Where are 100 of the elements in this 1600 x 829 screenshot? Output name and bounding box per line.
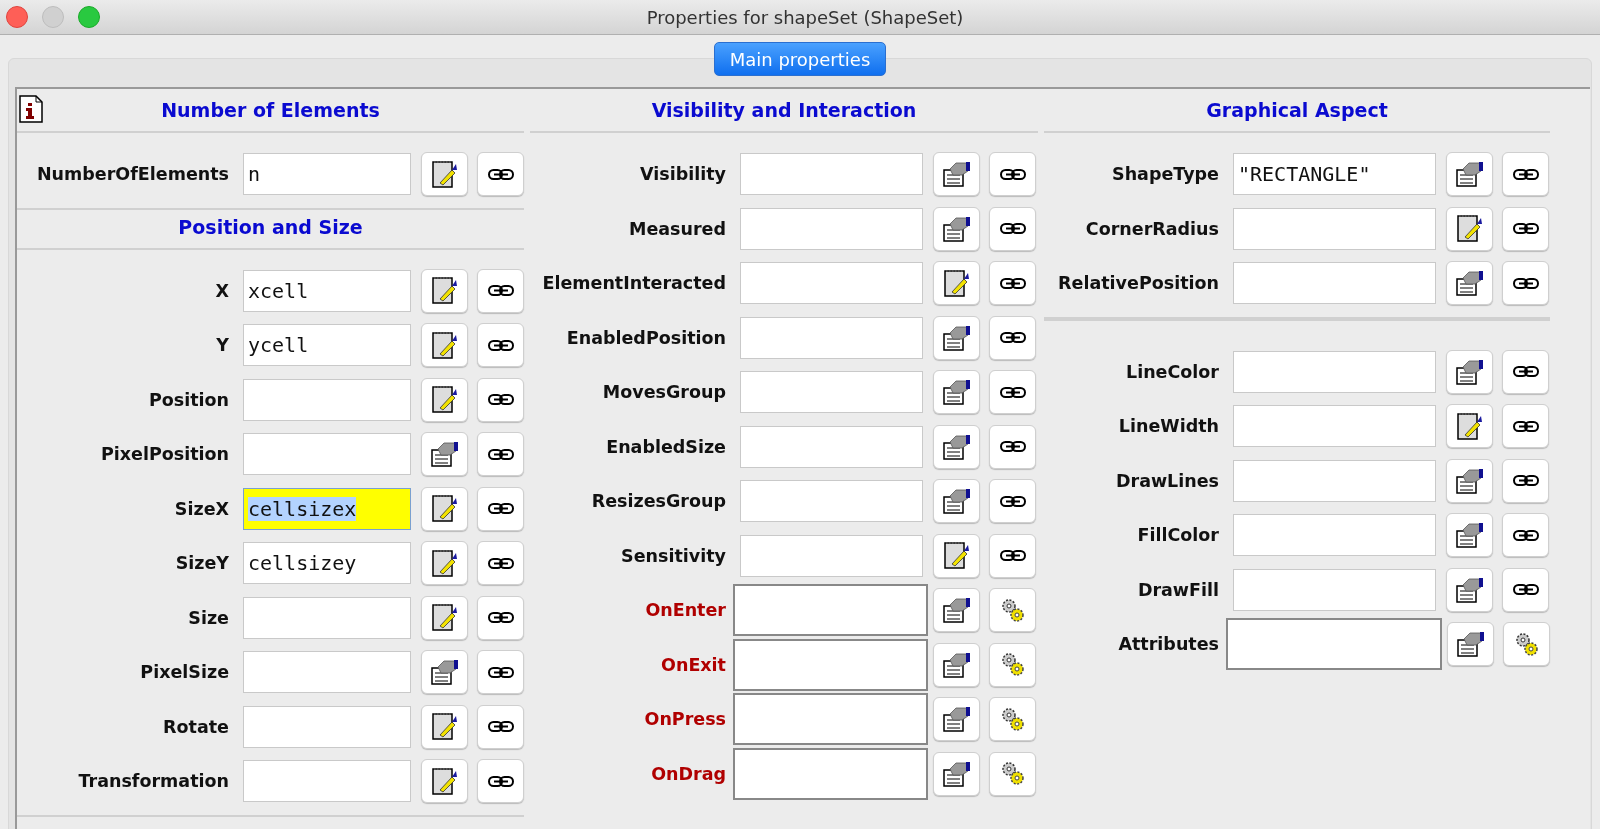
editor-button[interactable] [1446, 206, 1493, 251]
link-button[interactable] [989, 315, 1036, 360]
editor-button[interactable] [421, 759, 468, 804]
code-button[interactable] [1503, 622, 1550, 667]
editor-button[interactable] [933, 152, 980, 197]
property-field[interactable] [740, 534, 923, 577]
editor-button[interactable] [421, 595, 468, 640]
property-field[interactable] [1233, 405, 1436, 448]
editor-button[interactable] [1447, 622, 1494, 667]
code-button[interactable] [989, 642, 1036, 687]
editor-button[interactable] [933, 261, 980, 306]
link-button[interactable] [1502, 261, 1549, 306]
property-field[interactable] [1233, 262, 1436, 305]
link-button[interactable] [477, 268, 524, 313]
editor-button[interactable] [933, 424, 980, 469]
editor-button[interactable] [1446, 513, 1493, 558]
property-field[interactable] [1233, 207, 1436, 250]
editor-button[interactable] [421, 650, 468, 695]
property-field[interactable] [243, 705, 411, 748]
editor-button[interactable] [1446, 458, 1493, 503]
property-field[interactable] [733, 747, 928, 800]
editor-button[interactable] [421, 432, 468, 477]
link-button[interactable] [989, 533, 1036, 578]
link-button[interactable] [989, 152, 1036, 197]
editor-button[interactable] [421, 377, 468, 422]
property-label: LineColor [1125, 361, 1220, 382]
editor-button[interactable] [1446, 261, 1493, 306]
property-field[interactable] [740, 480, 923, 523]
editor-button[interactable] [421, 268, 468, 313]
close-button[interactable] [6, 6, 28, 28]
info-icon[interactable] [19, 95, 43, 123]
editor-button[interactable] [421, 486, 468, 531]
link-button[interactable] [989, 479, 1036, 524]
property-field[interactable] [1226, 618, 1442, 671]
editor-button[interactable] [933, 588, 980, 633]
editor-button[interactable] [933, 642, 980, 687]
link-button[interactable] [1502, 567, 1549, 612]
code-button[interactable] [989, 751, 1036, 796]
link-button[interactable] [477, 432, 524, 477]
link-button[interactable] [477, 541, 524, 586]
editor-button[interactable] [933, 479, 980, 524]
property-field[interactable] [733, 584, 928, 637]
link-button[interactable] [989, 370, 1036, 415]
link-button[interactable] [477, 152, 524, 197]
property-field[interactable] [243, 378, 411, 421]
editor-button[interactable] [933, 370, 980, 415]
link-button[interactable] [989, 261, 1036, 306]
property-field[interactable] [740, 262, 923, 305]
property-field[interactable] [243, 651, 411, 694]
property-field[interactable] [740, 371, 923, 414]
property-field[interactable]: ycell [243, 324, 411, 367]
editor-button[interactable] [933, 533, 980, 578]
link-button[interactable] [477, 650, 524, 695]
code-button[interactable] [989, 588, 1036, 633]
tab[interactable]: Main properties [713, 42, 887, 76]
editor-button[interactable] [933, 315, 980, 360]
property-field[interactable]: xcell [243, 269, 411, 312]
link-button[interactable] [477, 323, 524, 368]
property-field[interactable] [243, 760, 411, 803]
property-field[interactable] [243, 596, 411, 639]
property-field[interactable] [1233, 459, 1436, 502]
link-button[interactable] [1502, 152, 1549, 197]
editor-button[interactable] [1446, 404, 1493, 449]
property-field[interactable] [740, 207, 923, 250]
editor-button[interactable] [421, 152, 468, 197]
editor-button[interactable] [1446, 567, 1493, 612]
editor-button[interactable] [933, 206, 980, 251]
link-button[interactable] [477, 759, 524, 804]
code-button[interactable] [989, 697, 1036, 742]
property-field[interactable]: cellsizex [243, 487, 411, 530]
property-field[interactable] [740, 153, 923, 196]
property-field[interactable] [1233, 568, 1436, 611]
property-field[interactable] [740, 425, 923, 468]
link-button[interactable] [989, 424, 1036, 469]
property-field[interactable]: n [243, 153, 411, 196]
link-button[interactable] [1502, 349, 1549, 394]
property-field[interactable] [243, 433, 411, 476]
link-button[interactable] [477, 377, 524, 422]
editor-button[interactable] [421, 541, 468, 586]
property-field[interactable]: cellsizey [243, 542, 411, 585]
editor-button[interactable] [933, 697, 980, 742]
property-field[interactable] [733, 693, 928, 746]
link-button[interactable] [477, 486, 524, 531]
editor-button[interactable] [421, 704, 468, 749]
editor-button[interactable] [1446, 152, 1493, 197]
property-field[interactable] [740, 316, 923, 359]
editor-button[interactable] [933, 751, 980, 796]
property-field[interactable] [1233, 350, 1436, 393]
link-button[interactable] [1502, 513, 1549, 558]
property-field[interactable] [1233, 514, 1436, 557]
link-button[interactable] [1502, 458, 1549, 503]
link-button[interactable] [989, 206, 1036, 251]
editor-button[interactable] [1446, 349, 1493, 394]
property-field[interactable]: "RECTANGLE" [1233, 153, 1436, 196]
link-button[interactable] [477, 595, 524, 640]
editor-button[interactable] [421, 323, 468, 368]
link-button[interactable] [477, 704, 524, 749]
property-field[interactable] [733, 638, 928, 691]
link-button[interactable] [1502, 206, 1549, 251]
link-button[interactable] [1502, 404, 1549, 449]
